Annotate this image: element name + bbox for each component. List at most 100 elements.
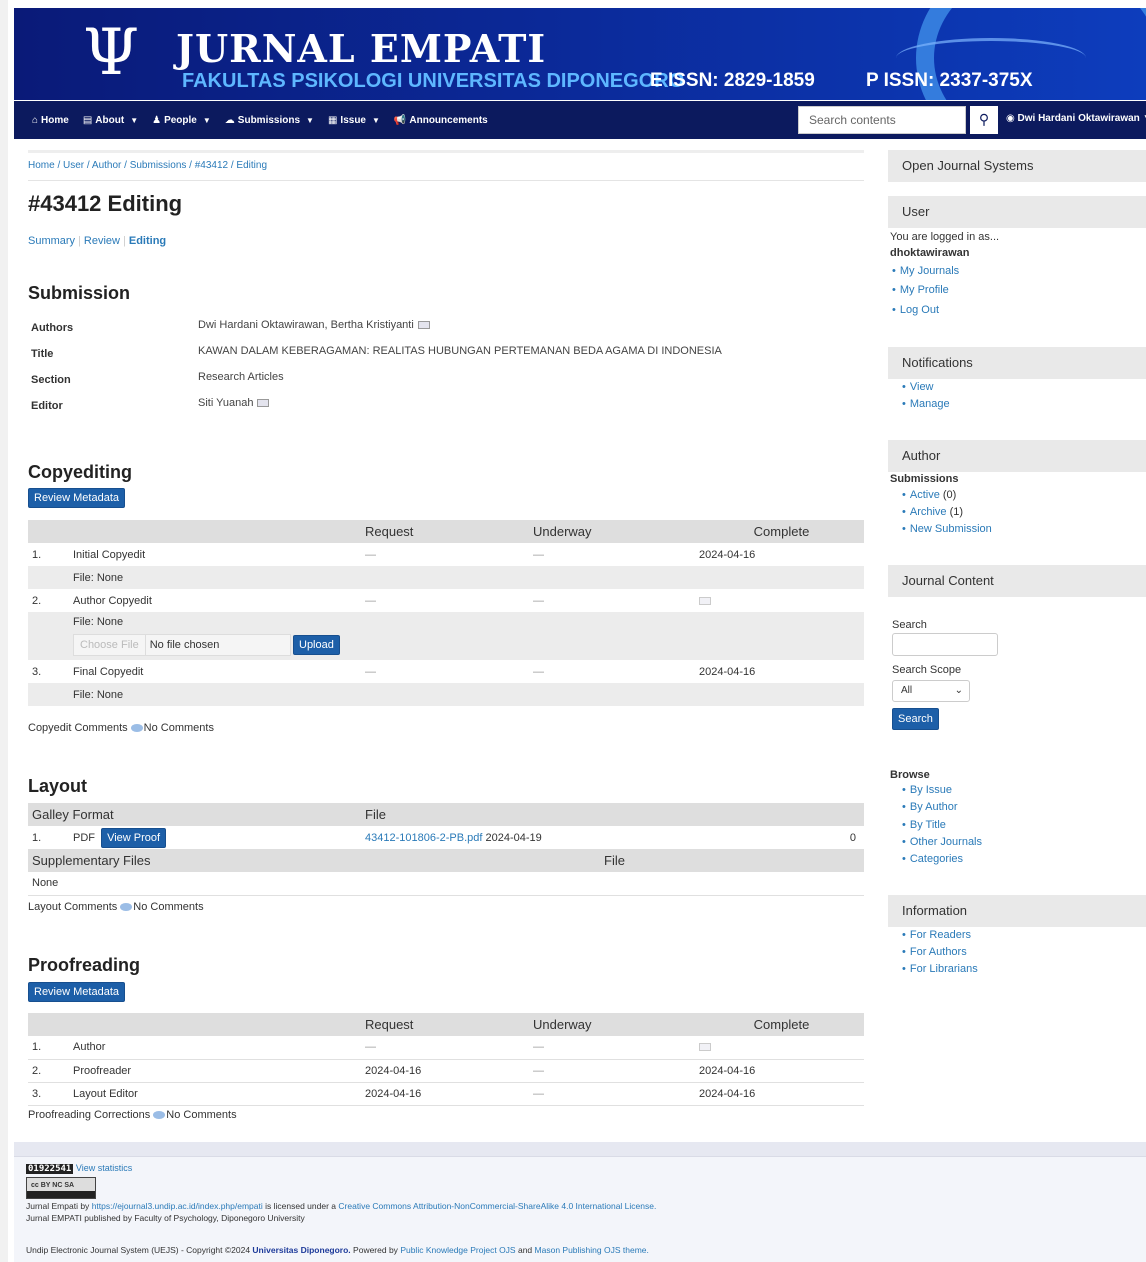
user-menu[interactable]: ◉ Dwi Hardani Oktawirawan ▼ <box>1006 113 1146 124</box>
link-log-out[interactable]: • Log Out <box>892 304 939 316</box>
link-label[interactable]: Active <box>910 489 940 501</box>
nav-submissions[interactable]: ☁ Submissions ▼ <box>225 115 314 126</box>
user-name: Dwi Hardani Oktawirawan <box>1017 113 1140 124</box>
view-proof-button[interactable]: View Proof <box>101 827 167 848</box>
tab-summary[interactable]: Summary <box>28 235 75 247</box>
nav-home[interactable]: ⌂ Home <box>32 115 69 126</box>
link-my-profile[interactable]: • My Profile <box>892 284 949 296</box>
breadcrumb[interactable]: Home / User / Author / Submissions / #43… <box>28 160 267 171</box>
browse-by-title[interactable]: • By Title <box>902 819 946 831</box>
license-line: Jurnal Empati by https://ejournal3.undip… <box>26 1201 656 1211</box>
request-cell: — <box>365 548 376 561</box>
choose-file-button[interactable]: Choose File <box>74 635 146 655</box>
notification-manage[interactable]: • Manage <box>902 398 950 410</box>
theme-link[interactable]: Mason Publishing OJS theme. <box>535 1245 649 1255</box>
email-icon[interactable] <box>699 1043 711 1052</box>
license-link[interactable]: Creative Commons Attribution-NonCommerci… <box>338 1201 656 1211</box>
chevron-down-icon: ⌄ <box>954 685 963 696</box>
cc-license-badge-icon[interactable]: cc BY NC SA <box>26 1177 96 1199</box>
submissions-archive[interactable]: • Archive (1) <box>902 506 963 518</box>
link-label[interactable]: By Title <box>910 819 946 831</box>
sidebar-information-title: Information <box>888 895 1146 927</box>
email-icon[interactable] <box>417 321 430 330</box>
link-label[interactable]: For Authors <box>910 946 967 958</box>
search-scope-select[interactable]: All ⌄ <box>892 680 970 702</box>
galley-format: PDF <box>73 831 95 844</box>
link-label[interactable]: For Librarians <box>910 963 978 975</box>
proofreading-comments: Proofreading Corrections No Comments <box>28 1109 237 1121</box>
sidebar-search-button[interactable]: Search <box>892 708 939 730</box>
table-header: Request Underway Complete <box>28 520 864 543</box>
browse-by-author[interactable]: • By Author <box>902 801 958 813</box>
pissn-label: P ISSN: 2337-375X <box>866 70 1033 91</box>
comment-icon[interactable] <box>153 1111 166 1120</box>
file-chooser[interactable]: Choose File No file chosen <box>73 634 291 656</box>
info-for-librarians[interactable]: • For Librarians <box>902 963 978 975</box>
journal-url-link[interactable]: https://ejournal3.undip.ac.id/index.php/… <box>92 1201 263 1211</box>
browse-other-journals[interactable]: • Other Journals <box>902 836 982 848</box>
comment-icon[interactable] <box>130 724 143 733</box>
link-my-journals[interactable]: • My Journals <box>892 265 959 277</box>
link-label[interactable]: Other Journals <box>910 836 982 848</box>
link-label[interactable]: My Profile <box>900 284 949 296</box>
journal-banner[interactable]: Ψ JURNAL EMPATI FAKULTAS PSIKOLOGI UNIVE… <box>14 8 1146 100</box>
powered-by-text: Powered by <box>353 1245 398 1255</box>
link-label[interactable]: Categories <box>910 853 963 865</box>
link-label[interactable]: For Readers <box>910 929 971 941</box>
comments-link[interactable]: No Comments <box>133 901 203 913</box>
underway-cell: — <box>533 665 544 678</box>
row-number: 1. <box>32 831 42 844</box>
visitor-counter: 01922541 View statistics <box>26 1163 132 1174</box>
view-statistics-link[interactable]: View statistics <box>76 1163 132 1173</box>
comment-icon[interactable] <box>120 903 133 912</box>
nav-issue[interactable]: ▦ Issue ▼ <box>328 115 380 126</box>
link-label[interactable]: Archive <box>910 506 947 518</box>
column-header: File <box>604 853 625 868</box>
review-metadata-button[interactable]: Review Metadata <box>28 982 125 1002</box>
sidebar-search-input[interactable] <box>892 633 998 656</box>
proofreading-heading: Proofreading <box>28 955 141 975</box>
link-label[interactable]: View <box>910 381 934 393</box>
browse-categories[interactable]: • Categories <box>902 853 963 865</box>
upload-button[interactable]: Upload <box>293 635 340 655</box>
new-submission-link[interactable]: • New Submission <box>902 523 992 535</box>
complete-cell: 2024-04-16 <box>699 1059 864 1083</box>
info-for-readers[interactable]: • For Readers <box>902 929 971 941</box>
notification-view[interactable]: • View <box>902 381 934 393</box>
request-cell: 2024-04-16 <box>365 1082 533 1106</box>
sidebar-ojs-title[interactable]: Open Journal Systems <box>888 150 1146 182</box>
pkp-link[interactable]: Public Knowledge Project OJS <box>400 1245 515 1255</box>
email-icon[interactable] <box>699 596 711 605</box>
sidebar-author-title: Author <box>888 440 1146 472</box>
tab-review[interactable]: Review <box>84 235 120 247</box>
proofreading-table: Request Underway Complete 1. Author — — … <box>28 1013 864 1106</box>
browse-by-issue[interactable]: • By Issue <box>902 784 952 796</box>
review-metadata-button[interactable]: Review Metadata <box>28 488 125 508</box>
comments-link[interactable]: No Comments <box>166 1109 236 1121</box>
link-label[interactable]: By Issue <box>910 784 952 796</box>
cloud-upload-icon: ☁ <box>224 114 235 126</box>
submissions-active[interactable]: • Active (0) <box>902 489 956 501</box>
galley-file-link[interactable]: 43412-101806-2-PB.pdf <box>365 832 482 844</box>
submission-heading: Submission <box>28 283 131 303</box>
link-label[interactable]: Log Out <box>900 304 939 316</box>
comments-link[interactable]: No Comments <box>144 722 214 734</box>
file-cell: File: None <box>73 616 124 628</box>
row-number: 2. <box>28 1059 73 1083</box>
info-for-authors[interactable]: • For Authors <box>902 946 967 958</box>
cc-label: cc BY NC SA <box>31 1182 75 1189</box>
request-cell: — <box>365 665 376 678</box>
search-input[interactable]: Search contents <box>798 106 966 134</box>
link-label[interactable]: New Submission <box>910 523 992 535</box>
email-icon[interactable] <box>257 399 270 408</box>
link-label[interactable]: By Author <box>910 801 958 813</box>
link-label[interactable]: My Journals <box>900 265 959 277</box>
nav-people[interactable]: ♟ People ▼ <box>152 115 211 126</box>
university-link[interactable]: Universitas Diponegoro. <box>252 1245 350 1255</box>
tab-editing[interactable]: Editing <box>129 235 166 247</box>
link-label[interactable]: Manage <box>910 398 950 410</box>
table-row: File: None <box>28 566 864 589</box>
search-icon[interactable]: ⚲ <box>970 106 998 134</box>
nav-about[interactable]: ▤ About ▼ <box>83 115 138 126</box>
nav-announcements[interactable]: 📢 Announcements <box>394 115 488 126</box>
